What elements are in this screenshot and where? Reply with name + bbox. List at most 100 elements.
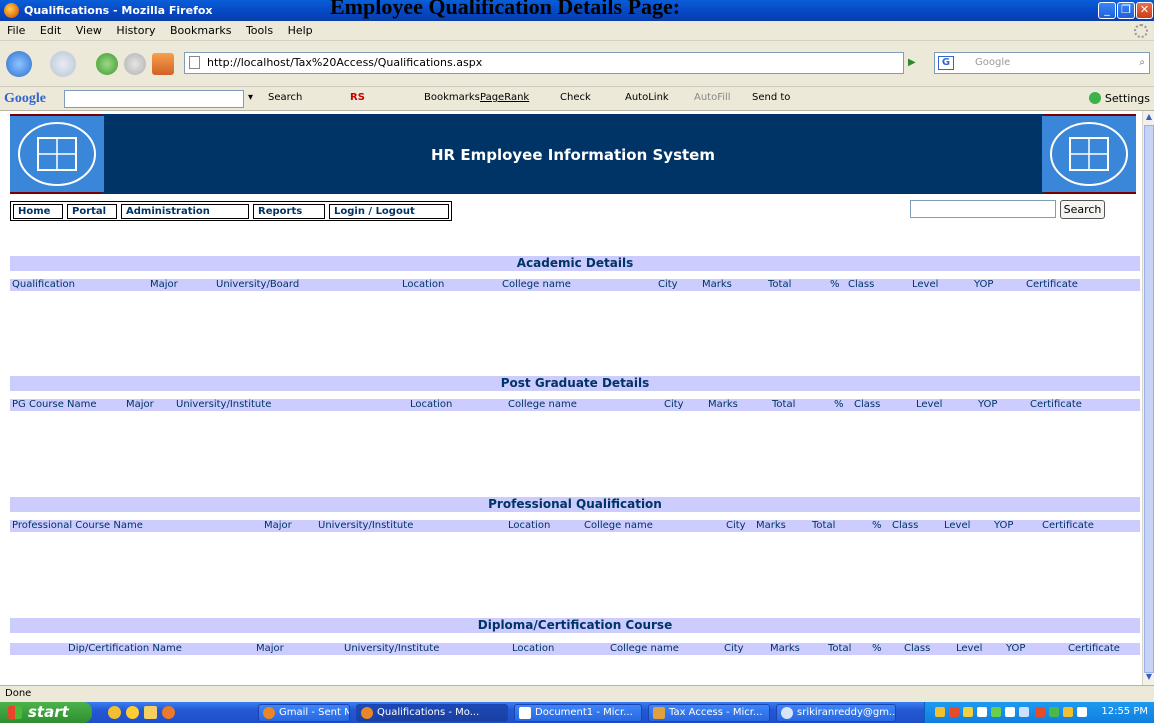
- stop-icon[interactable]: [124, 53, 146, 75]
- section-title-professional: Professional Qualification: [10, 497, 1140, 512]
- tray-icon[interactable]: [977, 707, 987, 717]
- tray-icon[interactable]: [991, 707, 1001, 717]
- section-title-diploma: Diploma/Certification Course: [10, 618, 1140, 633]
- quicklaunch-ie-icon[interactable]: [108, 706, 121, 719]
- status-bar: Done: [0, 685, 1154, 702]
- send-to-button[interactable]: Send to: [752, 92, 790, 103]
- google-dropdown-icon[interactable]: ▾: [248, 92, 253, 103]
- page-icon: [189, 56, 200, 69]
- google-engine-icon[interactable]: G: [938, 56, 954, 70]
- col-level: Level: [944, 520, 971, 531]
- col-certificate: Certificate: [1030, 399, 1082, 410]
- spell-check-button[interactable]: Check: [560, 92, 591, 103]
- scroll-up-icon[interactable]: ▲: [1144, 112, 1154, 124]
- status-text: Done: [5, 688, 32, 699]
- autofill-button[interactable]: AutoFill: [694, 92, 731, 103]
- chat-icon: [781, 707, 793, 719]
- close-button[interactable]: ✕: [1136, 2, 1153, 19]
- nav-home[interactable]: Home: [13, 204, 63, 219]
- rs-button[interactable]: RS: [350, 92, 365, 103]
- task-gmail[interactable]: Gmail - Sent Mail - ...: [258, 704, 350, 722]
- document-caption: Employee Qualification Details Page:: [330, 0, 681, 19]
- site-search-button[interactable]: Search: [1060, 200, 1105, 219]
- col-location: Location: [410, 399, 453, 410]
- quicklaunch-messenger-icon[interactable]: [126, 706, 139, 719]
- home-icon[interactable]: [152, 53, 174, 75]
- task-tax-access[interactable]: Tax Access - Micr...: [648, 704, 770, 722]
- site-search-input[interactable]: [910, 200, 1056, 218]
- google-toolbar-input[interactable]: [64, 90, 244, 108]
- col-college-name: College name: [584, 520, 653, 531]
- col-dip-certification-name: Dip/Certification Name: [68, 643, 182, 654]
- tray-icon[interactable]: [1019, 707, 1029, 717]
- menu-history[interactable]: History: [116, 21, 155, 41]
- tray-icon[interactable]: [963, 707, 973, 717]
- tray-icon[interactable]: [1063, 707, 1073, 717]
- tray-icon[interactable]: [1035, 707, 1045, 717]
- col-university: University/Institute: [318, 520, 414, 531]
- magnifier-icon[interactable]: ⌕: [1139, 53, 1145, 73]
- forward-icon[interactable]: [50, 51, 76, 77]
- col-percent: %: [872, 643, 882, 654]
- go-arrow-icon[interactable]: ▶: [908, 57, 916, 68]
- tray-icon[interactable]: [1005, 707, 1015, 717]
- section-title-post-graduate: Post Graduate Details: [10, 376, 1140, 391]
- menu-edit[interactable]: Edit: [40, 21, 61, 41]
- col-professional-course-name: Professional Course Name: [12, 520, 143, 531]
- quicklaunch-folder-icon[interactable]: [144, 706, 157, 719]
- col-university: University/Institute: [176, 399, 272, 410]
- col-location: Location: [402, 279, 445, 290]
- menu-help[interactable]: Help: [288, 21, 313, 41]
- address-url: http://localhost/Tax%20Access/Qualificat…: [207, 56, 483, 69]
- minimize-button[interactable]: _: [1098, 2, 1116, 19]
- col-city: City: [658, 279, 678, 290]
- reload-icon[interactable]: [96, 53, 118, 75]
- nav-login-logout[interactable]: Login / Logout: [329, 204, 449, 219]
- menu-file[interactable]: File: [7, 21, 25, 41]
- tray-icon[interactable]: [1049, 707, 1059, 717]
- address-bar[interactable]: http://localhost/Tax%20Access/Qualificat…: [184, 52, 904, 74]
- col-yop: YOP: [994, 520, 1014, 531]
- site-banner: HR Employee Information System: [10, 114, 1136, 194]
- settings-button[interactable]: Settings: [1088, 92, 1150, 105]
- task-label: Gmail - Sent Mail - ...: [279, 707, 349, 718]
- col-total: Total: [828, 643, 852, 654]
- firefox-icon: [4, 3, 19, 18]
- col-marks: Marks: [708, 399, 738, 410]
- tray-icon[interactable]: [935, 707, 945, 717]
- search-engine-box[interactable]: G Google ⌕: [934, 52, 1150, 74]
- menu-view[interactable]: View: [76, 21, 102, 41]
- menu-tools[interactable]: Tools: [246, 21, 273, 41]
- quicklaunch-firefox-icon[interactable]: [162, 706, 175, 719]
- col-pg-course-name: PG Course Name: [12, 399, 97, 410]
- col-major: Major: [264, 520, 292, 531]
- autolink-button[interactable]: AutoLink: [625, 92, 669, 103]
- col-location: Location: [512, 643, 555, 654]
- start-button[interactable]: start: [0, 702, 92, 723]
- back-icon[interactable]: [6, 51, 32, 77]
- menu-bookmarks[interactable]: Bookmarks: [170, 21, 231, 41]
- section-title-academic: Academic Details: [10, 256, 1140, 271]
- task-qualifications[interactable]: Qualifications - Mo...: [356, 704, 508, 722]
- firefox-icon: [361, 707, 373, 719]
- nav-reports[interactable]: Reports: [253, 204, 325, 219]
- col-total: Total: [768, 279, 792, 290]
- maximize-button[interactable]: ❐: [1117, 2, 1135, 19]
- google-search-button[interactable]: Search: [268, 92, 302, 103]
- scroll-down-icon[interactable]: ▼: [1144, 672, 1154, 684]
- vertical-scrollbar[interactable]: ▲ ▼: [1142, 111, 1154, 685]
- task-label: Document1 - Micr...: [535, 707, 633, 718]
- col-percent: %: [830, 279, 840, 290]
- col-level: Level: [956, 643, 983, 654]
- nav-portal[interactable]: Portal: [67, 204, 117, 219]
- task-chat[interactable]: srikiranreddy@gm...: [776, 704, 896, 722]
- bookmarks-toolbar-button[interactable]: Bookmarks: [424, 92, 480, 103]
- tray-icon[interactable]: [949, 707, 959, 717]
- col-university: University/Institute: [344, 643, 440, 654]
- task-document1[interactable]: Document1 - Micr...: [514, 704, 642, 722]
- pagerank-button[interactable]: PageRank: [480, 92, 529, 103]
- nav-administration[interactable]: Administration: [121, 204, 249, 219]
- tray-icon[interactable]: [1077, 707, 1087, 717]
- col-major: Major: [150, 279, 178, 290]
- scrollbar-thumb[interactable]: [1144, 125, 1154, 673]
